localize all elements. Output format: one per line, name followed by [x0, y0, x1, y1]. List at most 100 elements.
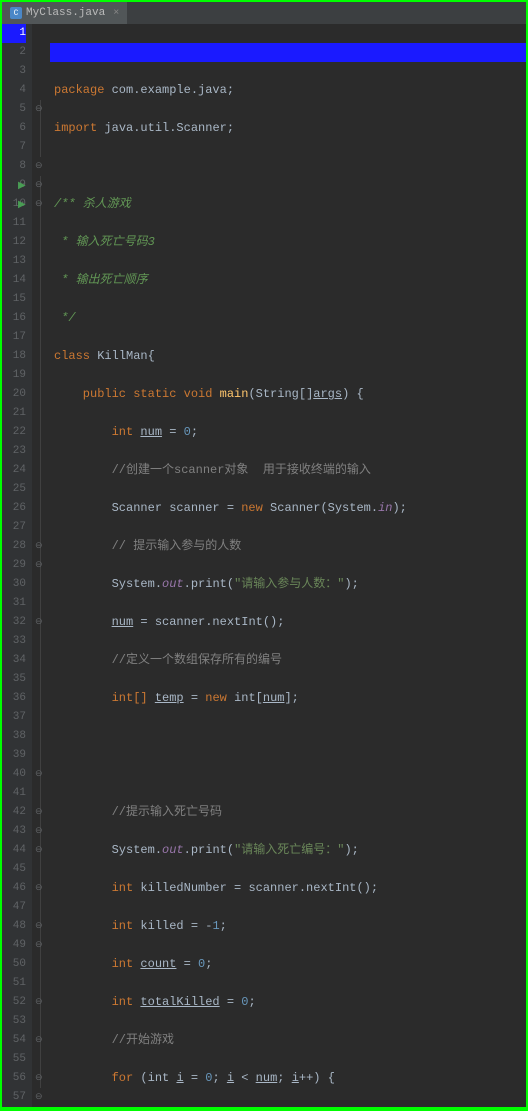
code-line[interactable]: int killed = -1;: [50, 917, 526, 936]
line-number[interactable]: 38: [2, 727, 26, 746]
line-number[interactable]: 49: [2, 936, 26, 955]
code-line[interactable]: // 提示输入参与的人数: [50, 537, 526, 556]
fold-icon[interactable]: ⊖: [35, 560, 45, 570]
line-number[interactable]: 30: [2, 575, 26, 594]
code-line[interactable]: public static void main(String[]args) {: [50, 385, 526, 404]
line-number[interactable]: 3: [2, 62, 26, 81]
fold-icon[interactable]: ⊖: [35, 199, 45, 209]
run-icon[interactable]: ▶: [18, 180, 26, 192]
line-number[interactable]: 34: [2, 651, 26, 670]
code-line[interactable]: num = scanner.nextInt();: [50, 613, 526, 632]
close-icon[interactable]: ×: [113, 8, 119, 19]
code-line[interactable]: package com.example.java;: [50, 81, 526, 100]
line-number[interactable]: 41: [2, 784, 26, 803]
code-line[interactable]: System.out.print("请输入参与人数：");: [50, 575, 526, 594]
line-number[interactable]: 13: [2, 252, 26, 271]
line-number[interactable]: 46: [2, 879, 26, 898]
line-number[interactable]: 18: [2, 347, 26, 366]
code-line[interactable]: //创建一个scanner对象 用于接收终端的输入: [50, 461, 526, 480]
code-line[interactable]: //提示输入死亡号码: [50, 803, 526, 822]
line-number[interactable]: 27: [2, 518, 26, 537]
line-number[interactable]: 8: [2, 157, 26, 176]
code-line[interactable]: [50, 765, 526, 784]
code-line[interactable]: System.out.print("请输入死亡编号：");: [50, 841, 526, 860]
fold-icon[interactable]: ⊖: [35, 161, 45, 171]
code-line[interactable]: int[] temp = new int[num];: [50, 689, 526, 708]
code-line[interactable]: * 输入死亡号码3: [50, 233, 526, 252]
code-line[interactable]: import java.util.Scanner;: [50, 119, 526, 138]
code-line[interactable]: int totalKilled = 0;: [50, 993, 526, 1012]
line-number[interactable]: 4: [2, 81, 26, 100]
line-number[interactable]: 44: [2, 841, 26, 860]
fold-icon[interactable]: ⊖: [35, 104, 45, 114]
line-number[interactable]: 21: [2, 404, 26, 423]
line-number[interactable]: 56: [2, 1069, 26, 1088]
fold-icon[interactable]: ⊖: [35, 769, 45, 779]
code-line[interactable]: Scanner scanner = new Scanner(System.in)…: [50, 499, 526, 518]
line-number[interactable]: 22: [2, 423, 26, 442]
line-number[interactable]: 11: [2, 214, 26, 233]
line-number[interactable]: 19: [2, 366, 26, 385]
line-number[interactable]: 31: [2, 594, 26, 613]
fold-icon[interactable]: ⊖: [35, 1073, 45, 1083]
line-number[interactable]: 28: [2, 537, 26, 556]
line-number[interactable]: 25: [2, 480, 26, 499]
code-line[interactable]: [50, 727, 526, 746]
run-icon[interactable]: ▶: [18, 199, 26, 211]
line-number[interactable]: 43: [2, 822, 26, 841]
code-line[interactable]: [50, 43, 526, 62]
line-number[interactable]: 35: [2, 670, 26, 689]
fold-icon[interactable]: ⊖: [35, 541, 45, 551]
line-number[interactable]: 53: [2, 1012, 26, 1031]
code-line[interactable]: * 输出死亡顺序: [50, 271, 526, 290]
fold-icon[interactable]: ⊖: [35, 807, 45, 817]
line-number[interactable]: 24: [2, 461, 26, 480]
line-number[interactable]: 37: [2, 708, 26, 727]
line-number[interactable]: 20: [2, 385, 26, 404]
fold-icon[interactable]: ⊖: [35, 617, 45, 627]
fold-icon[interactable]: ⊖: [35, 845, 45, 855]
line-number[interactable]: 26: [2, 499, 26, 518]
code-line[interactable]: //开始游戏: [50, 1031, 526, 1050]
line-number[interactable]: 6: [2, 119, 26, 138]
code-line[interactable]: int count = 0;: [50, 955, 526, 974]
line-number[interactable]: 15: [2, 290, 26, 309]
code-area[interactable]: package com.example.java; import java.ut…: [50, 24, 526, 1107]
fold-icon[interactable]: ⊖: [35, 826, 45, 836]
line-number[interactable]: 7: [2, 138, 26, 157]
line-number[interactable]: 54: [2, 1031, 26, 1050]
line-number[interactable]: 51: [2, 974, 26, 993]
fold-icon[interactable]: ⊖: [35, 940, 45, 950]
line-number[interactable]: 36: [2, 689, 26, 708]
line-number[interactable]: 42: [2, 803, 26, 822]
line-number[interactable]: 12: [2, 233, 26, 252]
code-line[interactable]: int killedNumber = scanner.nextInt();: [50, 879, 526, 898]
fold-icon[interactable]: ⊖: [35, 180, 45, 190]
fold-icon[interactable]: ⊖: [35, 1092, 45, 1102]
line-number[interactable]: 50: [2, 955, 26, 974]
line-number[interactable]: 45: [2, 860, 26, 879]
line-number-gutter[interactable]: 1234567891011121314151617181920212223242…: [2, 24, 32, 1107]
fold-icon[interactable]: ⊖: [35, 883, 45, 893]
code-line[interactable]: for (int i = 0; i < num; i++) {: [50, 1069, 526, 1088]
line-number[interactable]: 16: [2, 309, 26, 328]
fold-gutter[interactable]: ⊖⊖⊖▶⊖▶⊖⊖⊖⊖⊖⊖⊖⊖⊖⊖⊖⊖⊖⊖: [32, 24, 50, 1107]
code-line[interactable]: /** 杀人游戏: [50, 195, 526, 214]
line-number[interactable]: 32: [2, 613, 26, 632]
line-number[interactable]: 1: [2, 24, 26, 43]
fold-icon[interactable]: ⊖: [35, 997, 45, 1007]
line-number[interactable]: 29: [2, 556, 26, 575]
line-number[interactable]: 23: [2, 442, 26, 461]
code-line[interactable]: */: [50, 309, 526, 328]
line-number[interactable]: 52: [2, 993, 26, 1012]
line-number[interactable]: 33: [2, 632, 26, 651]
code-line[interactable]: //定义一个数组保存所有的编号: [50, 651, 526, 670]
file-tab[interactable]: C MyClass.java ×: [2, 2, 127, 24]
line-number[interactable]: 5: [2, 100, 26, 119]
line-number[interactable]: 57: [2, 1088, 26, 1107]
line-number[interactable]: 39: [2, 746, 26, 765]
line-number[interactable]: 17: [2, 328, 26, 347]
line-number[interactable]: 48: [2, 917, 26, 936]
fold-icon[interactable]: ⊖: [35, 1035, 45, 1045]
line-number[interactable]: 40: [2, 765, 26, 784]
